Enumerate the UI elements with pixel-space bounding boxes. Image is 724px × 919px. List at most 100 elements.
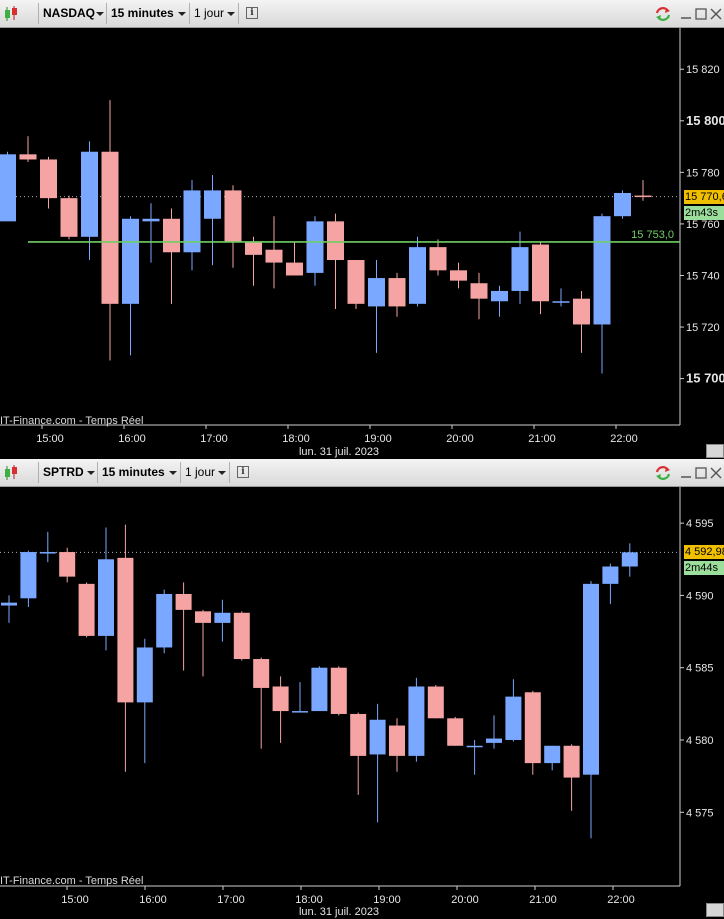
candle-body (40, 159, 57, 199)
chevron-down-icon (218, 471, 226, 475)
symbol-label: SPTRD (43, 465, 84, 479)
candle-body (573, 298, 590, 325)
candle-body (175, 593, 192, 610)
candle-body (20, 552, 37, 599)
candle-body (195, 611, 211, 623)
candle-body (511, 247, 529, 291)
candle-body (81, 151, 98, 237)
x-tick-label: 17:00 (200, 433, 228, 445)
refresh-icon[interactable] (653, 5, 673, 23)
candle-body (136, 647, 153, 703)
y-tick-label: 15 720 (686, 322, 720, 334)
candle-body (614, 192, 631, 217)
x-tick-label: 16:00 (139, 894, 167, 906)
candle-body (311, 667, 328, 712)
reference-line-label: 15 753,0 (631, 229, 674, 241)
chart-panel-nasdaq: NASDAQ 15 minutes 1 jour i 15 700 15 720 1… (0, 0, 724, 459)
period-label: 1 jour (194, 6, 225, 20)
last-price-badge: 15 770,6 (684, 189, 724, 204)
symbol-dropdown[interactable]: NASDAQ (38, 3, 107, 24)
candle-body (78, 583, 95, 636)
y-tick-label: 4 595 (686, 518, 714, 530)
candle-body (369, 719, 386, 755)
candle-body (214, 612, 231, 623)
sptrd-candlestick-chart[interactable]: 4 575 4 580 4 585 4 590 4 595 15:00 16:00 17:00… (0, 487, 724, 919)
interval-label: 15 minutes (102, 465, 165, 479)
resize-icon[interactable] (706, 444, 724, 458)
candle-body (327, 221, 344, 261)
candle-body (156, 593, 173, 648)
candle-body (429, 247, 447, 271)
candle-body (0, 154, 16, 222)
candle-body (142, 218, 160, 222)
candle-body (505, 696, 522, 740)
maximize-icon[interactable] (695, 8, 707, 20)
x-tick-label: 15:00 (36, 433, 64, 445)
candlestick-icon[interactable] (3, 5, 19, 23)
candle-body (634, 195, 652, 198)
candle-body (272, 686, 289, 712)
minimize-icon[interactable] (680, 467, 692, 479)
candle-body (427, 686, 444, 719)
candle-body (117, 557, 134, 703)
y-tick-label: 4 575 (686, 807, 714, 819)
candlestick-icon[interactable] (3, 464, 19, 482)
refresh-icon[interactable] (653, 464, 673, 482)
close-icon[interactable] (710, 8, 722, 20)
candle-body (265, 249, 283, 263)
x-tick-label: 18:00 (282, 433, 310, 445)
y-tick-label: 4 590 (686, 590, 714, 602)
candle-body (245, 241, 262, 255)
y-tick-label: 15 780 (686, 167, 720, 179)
candle-body (409, 247, 426, 304)
x-tick-label: 18:00 (295, 894, 323, 906)
candle-body (292, 711, 308, 713)
nasdaq-candlestick-chart[interactable]: 15 700 15 720 15 740 15 760 15 780 15 800 15 8… (0, 28, 724, 459)
y-tick-label: 15 700 (686, 371, 724, 386)
chevron-down-icon (227, 12, 235, 16)
y-tick-label: 4 585 (686, 663, 714, 675)
candle-body (544, 745, 561, 764)
maximize-icon[interactable] (695, 467, 707, 479)
candle-body (450, 270, 467, 281)
data-source-credit: IT-Finance.com - Temps Réel (0, 415, 144, 427)
candle-body (60, 198, 78, 237)
candle-body (306, 221, 324, 273)
period-dropdown[interactable]: 1 jour (190, 3, 239, 24)
candle-body (408, 686, 425, 756)
candle-body (253, 659, 270, 688)
candle-body (583, 583, 599, 775)
candle-body (486, 738, 502, 743)
interval-dropdown[interactable]: 15 minutes (107, 3, 190, 24)
period-label: 1 jour (185, 465, 216, 479)
candle-body (524, 692, 541, 764)
y-tick-label: 15 740 (686, 270, 720, 282)
info-icon[interactable]: i (237, 466, 249, 478)
interval-dropdown[interactable]: 15 minutes (98, 462, 181, 483)
candle-body (470, 283, 488, 299)
x-tick-label: 21:00 (528, 433, 556, 445)
candle-body (593, 216, 611, 325)
candle-body (1, 602, 17, 606)
period-dropdown[interactable]: 1 jour (181, 462, 230, 483)
symbol-dropdown[interactable]: SPTRD (38, 462, 98, 483)
symbol-label: NASDAQ (43, 6, 96, 20)
resize-icon[interactable] (706, 903, 724, 917)
chevron-down-icon (87, 471, 95, 475)
candle-body (224, 190, 242, 242)
candle-body (183, 190, 201, 253)
x-tick-label: 21:00 (529, 894, 557, 906)
candle-body (552, 301, 570, 303)
interval-label: 15 minutes (111, 6, 174, 20)
candle-body (19, 154, 37, 160)
candle-body (491, 290, 508, 302)
candle-body (621, 552, 638, 567)
x-tick-label: 20:00 (451, 894, 479, 906)
minimize-icon[interactable] (680, 8, 692, 20)
candle-body (233, 612, 250, 660)
info-icon[interactable]: i (246, 7, 258, 19)
y-tick-label: 15 800 (686, 113, 724, 128)
close-icon[interactable] (710, 467, 722, 479)
y-tick-label: 15 820 (686, 64, 720, 76)
candle-body (368, 278, 385, 307)
